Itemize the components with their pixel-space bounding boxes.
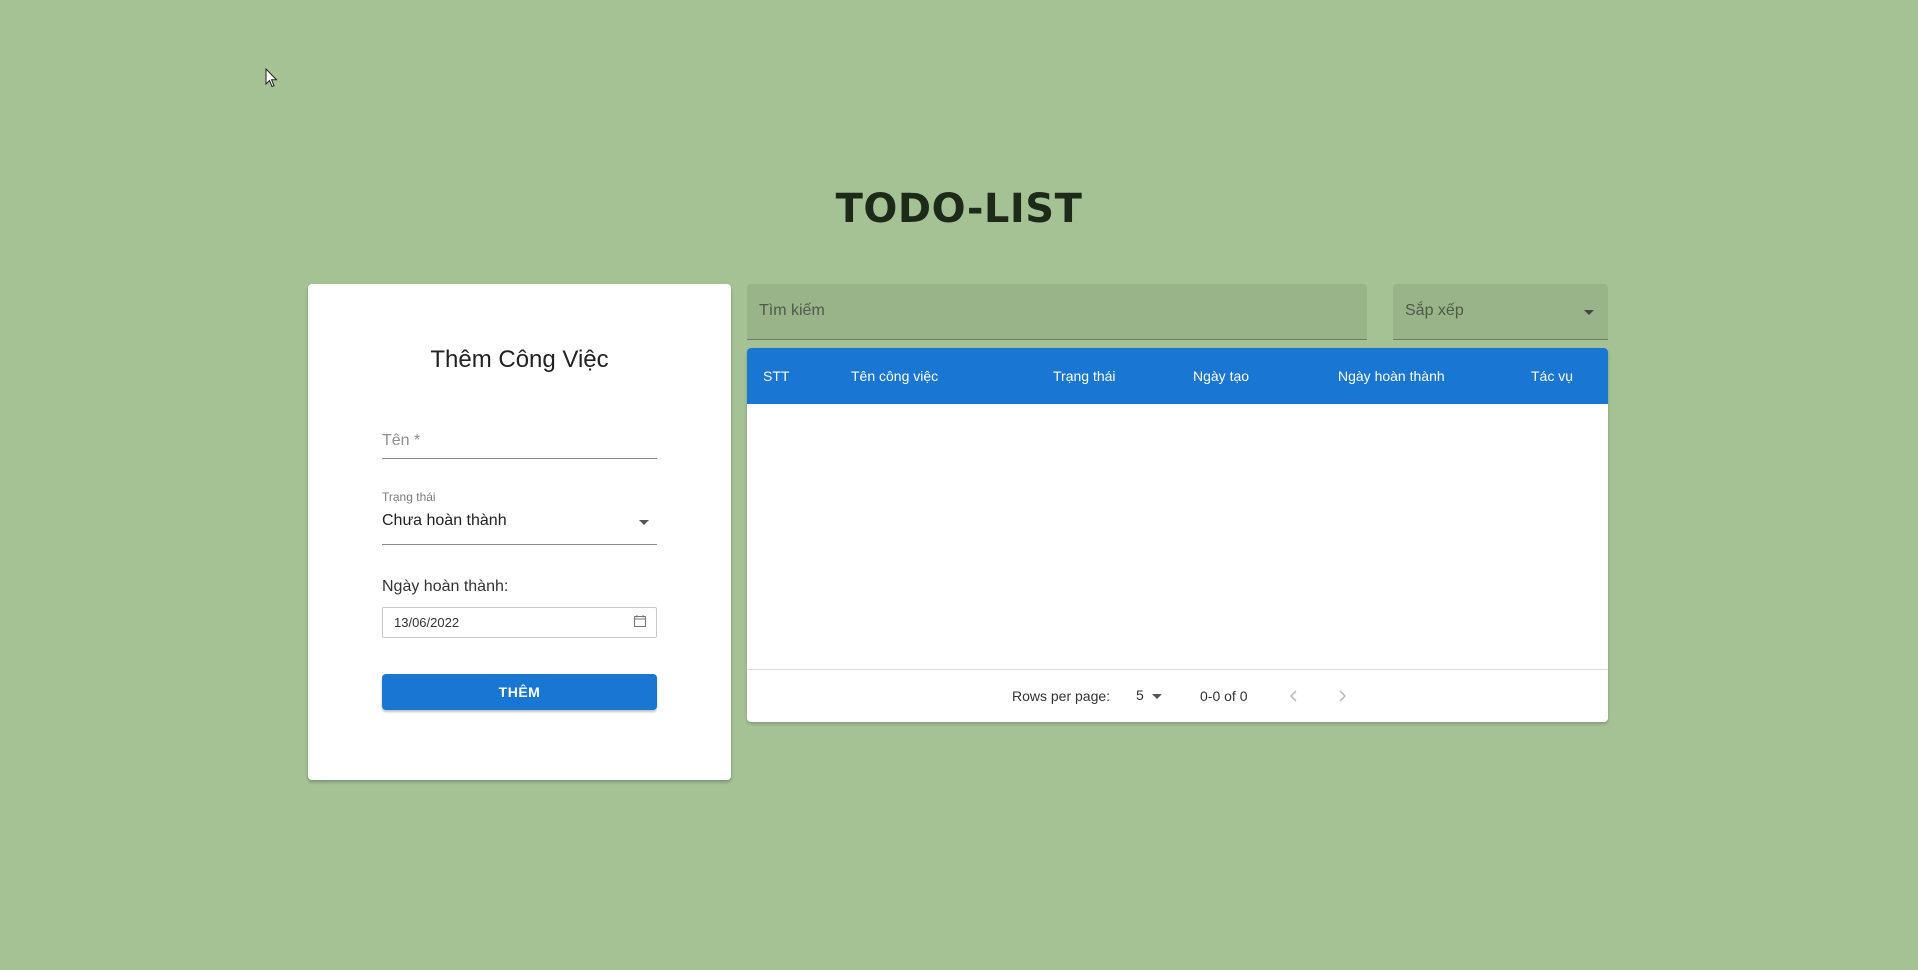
table-pagination: Rows per page: 5 0-0 of 0	[747, 669, 1608, 722]
search-input[interactable]: Tìm kiếm	[747, 284, 1367, 340]
due-date-value: 13/06/2022	[394, 615, 460, 630]
search-placeholder: Tìm kiếm	[759, 302, 825, 319]
status-label: Trạng thái	[382, 490, 436, 504]
column-header-stt[interactable]: STT	[763, 368, 789, 384]
chevron-down-icon[interactable]	[1152, 694, 1162, 699]
sort-select[interactable]: Sắp xếp	[1393, 284, 1608, 340]
task-name-placeholder: Tên *	[382, 432, 421, 449]
task-table: STT Tên công việc Trạng thái Ngày tạo Ng…	[747, 348, 1608, 722]
table-header: STT Tên công việc Trạng thái Ngày tạo Ng…	[747, 348, 1608, 404]
chevron-left-icon[interactable]	[1285, 687, 1303, 705]
chevron-down-icon	[1584, 310, 1594, 315]
add-task-card: Thêm Công Việc Tên * Trạng thái Chưa hoà…	[308, 284, 731, 780]
task-name-input[interactable]: Tên *	[382, 422, 657, 459]
status-select[interactable]: Trạng thái Chưa hoàn thành	[382, 490, 657, 545]
page-title: TODO-LIST	[835, 186, 1083, 232]
due-date-label: Ngày hoàn thành:	[382, 578, 509, 595]
add-task-heading: Thêm Công Việc	[430, 346, 609, 373]
chevron-down-icon	[639, 520, 649, 525]
add-task-button[interactable]: THÊM	[382, 674, 657, 710]
column-header-actions[interactable]: Tác vụ	[1531, 368, 1573, 384]
mouse-pointer-icon	[265, 68, 278, 88]
due-date-input[interactable]: 13/06/2022	[382, 607, 657, 638]
status-value: Chưa hoàn thành	[382, 512, 507, 529]
column-header-task-name[interactable]: Tên công việc	[851, 368, 938, 384]
pagination-range: 0-0 of 0	[1200, 688, 1248, 704]
column-header-due-date[interactable]: Ngày hoàn thành	[1338, 368, 1445, 384]
column-header-created-date[interactable]: Ngày tạo	[1193, 368, 1249, 384]
calendar-icon[interactable]	[634, 615, 646, 627]
rows-per-page-label: Rows per page:	[1012, 688, 1111, 704]
rows-per-page-select[interactable]: 5	[1136, 687, 1144, 703]
chevron-right-icon[interactable]	[1333, 687, 1351, 705]
column-header-status[interactable]: Trạng thái	[1053, 368, 1116, 384]
sort-placeholder: Sắp xếp	[1405, 302, 1464, 319]
